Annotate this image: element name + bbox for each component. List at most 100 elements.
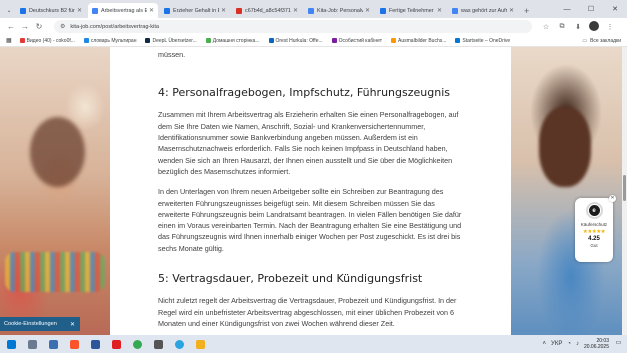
cookie-settings-label[interactable]: Cookie-Einstellungen	[4, 321, 57, 327]
tab-close-icon[interactable]: ✕	[509, 7, 514, 14]
cookie-settings-bar[interactable]: Cookie-Einstellungen ✕	[0, 317, 80, 331]
browser-tab[interactable]: Arbeitsvertrag als Erzi...✕	[88, 3, 158, 18]
wifi-icon[interactable]: ◔	[567, 341, 571, 347]
text-fragment: müssen.	[158, 50, 186, 59]
taskbar-mail-icon[interactable]	[25, 338, 40, 350]
toolbar-actions: ☆ ⧉ ⬇ ⋮	[540, 18, 616, 35]
maximize-icon[interactable]: ☐	[579, 5, 603, 13]
bookmark-item[interactable]: словарь Мультиран	[83, 37, 137, 44]
bookmark-label: Startseite – OneDrive	[462, 37, 511, 44]
tab-title: Deutschkurs B2 für ...	[29, 7, 75, 14]
bookmark-label: Orest Hurkula: Offe...	[275, 37, 323, 44]
tab-favicon-icon	[20, 7, 26, 14]
rating-stars-icon: ★★★★★	[582, 229, 606, 235]
bookmark-favicon-icon	[391, 38, 397, 43]
taskbar-shield-icon[interactable]	[46, 338, 61, 350]
taskbar-pdf-icon[interactable]	[109, 338, 124, 350]
close-window-icon[interactable]: ✕	[603, 5, 627, 13]
bookmark-item[interactable]: Orest Hurkula: Offe...	[268, 37, 323, 44]
bookmark-item[interactable]: Startseite – OneDrive	[455, 38, 510, 44]
hero-image-right	[511, 47, 627, 335]
new-tab-button[interactable]: +	[520, 3, 533, 18]
volume-icon[interactable]: ♪	[576, 341, 579, 347]
browser-tab[interactable]: Kita-Job: Personalver...✕	[304, 3, 374, 18]
browser-tab[interactable]: Fertige Teilnehmer - ...✕	[376, 3, 446, 18]
tab-close-icon[interactable]: ✕	[77, 7, 82, 14]
tab-close-icon[interactable]: ✕	[293, 7, 298, 14]
tab-close-icon[interactable]: ✕	[149, 7, 154, 14]
notifications-icon[interactable]: ▭	[614, 339, 623, 348]
tab-favicon-icon	[380, 7, 386, 14]
tab-search-menu[interactable]: ⌄	[4, 3, 14, 18]
article-content: müssen. 4: Personalfragebogen, Impfschut…	[110, 47, 511, 335]
tab-title: Kita-Job: Personalver...	[317, 7, 363, 14]
taskbar-brave-icon[interactable]	[67, 338, 82, 350]
menu-icon[interactable]: ⋮	[604, 23, 616, 31]
bookmark-favicon-icon	[331, 38, 337, 43]
bookmark-label: словарь Мультиран	[90, 37, 137, 44]
tab-close-icon[interactable]: ✕	[437, 7, 442, 14]
tab-close-icon[interactable]: ✕	[365, 7, 370, 14]
back-icon[interactable]: ←	[4, 22, 18, 31]
bookmark-label: Ausmalbilder Buchs...	[398, 37, 447, 44]
all-bookmarks-label: Все закладки	[590, 38, 621, 44]
seal-letter: e	[588, 205, 600, 216]
bookmark-label: Видео (40) - coko0f...	[26, 37, 75, 44]
bookmark-label: Особистий кабінет	[338, 37, 383, 44]
address-bar[interactable]: ⚙ kita-job.com/post/arbeitsvertrag-kita	[54, 20, 532, 33]
taskbar-telegram-icon[interactable]	[172, 338, 187, 350]
tab-title: Arbeitsvertrag als Erzi...	[101, 7, 147, 14]
downloads-icon[interactable]: ⬇	[572, 23, 584, 31]
browser-tab[interactable]: c67b4d_a8c54f371... ✕	[232, 3, 302, 18]
forward-icon[interactable]: →	[18, 22, 32, 31]
rating-text: Gut	[590, 243, 598, 248]
tab-favicon-icon	[164, 7, 170, 14]
bookmark-star-icon[interactable]: ☆	[540, 23, 552, 31]
reload-icon[interactable]: ↻	[32, 22, 46, 31]
tab-title: c67b4d_a8c54f371...	[245, 7, 291, 14]
bookmark-item[interactable]: Особистий кабінет	[331, 37, 383, 44]
minimize-icon[interactable]: —	[555, 6, 579, 13]
tab-menu-icon: ⌄	[6, 7, 12, 14]
taskbar-chrome-icon[interactable]	[130, 338, 145, 350]
bookmark-item[interactable]: Домашня сторінка...	[205, 38, 260, 44]
browser-tab[interactable]: was gehört zur Aufn...✕	[448, 3, 518, 18]
clock[interactable]: 20:03 20.06.2025	[584, 338, 609, 350]
bookmark-item[interactable]: Ausmalbilder Buchs...	[391, 38, 446, 44]
tab-strip: ⌄ Deutschkurs B2 für ...✕Arbeitsvertrag …	[0, 0, 627, 18]
apps-grid-icon[interactable]: ▦	[6, 37, 12, 44]
bookmark-label: DeepL Übersetzer...	[152, 37, 197, 44]
bookmark-favicon-icon	[145, 38, 151, 43]
language-indicator[interactable]: УКР	[551, 341, 562, 347]
browser-tab[interactable]: Erzieher Gehalt in Erz...✕	[160, 3, 230, 18]
tab-favicon-icon	[452, 7, 458, 14]
taskbar-start-icon[interactable]	[4, 338, 19, 350]
bookmark-item[interactable]: Видео (40) - coko0f...	[19, 37, 75, 44]
web-page: müssen. 4: Personalfragebogen, Impfschut…	[0, 47, 627, 335]
badge-close-icon[interactable]: ✕	[609, 195, 616, 202]
taskbar-store-icon[interactable]	[151, 338, 166, 350]
paragraph-fuehrungszeugnis: In den Unterlagen von Ihrem neuen Arbeit…	[158, 187, 462, 253]
bookmark-item[interactable]: DeepL Übersetzer...	[145, 37, 197, 44]
profile-avatar[interactable]	[588, 20, 600, 33]
taskbar-word-icon[interactable]	[88, 338, 103, 350]
trust-badge[interactable]: ✕ e Käuferschutz ★★★★★ 4.25 Gut	[575, 195, 616, 262]
clock-date: 20.06.2025	[583, 344, 609, 350]
window-controls: — ☐ ✕	[555, 0, 627, 18]
browser-toolbar: ← → ↻ ⚙ kita-job.com/post/arbeitsvertrag…	[0, 18, 627, 35]
site-info-icon[interactable]: ⚙	[60, 23, 65, 30]
browser-tab[interactable]: Deutschkurs B2 für ...✕	[16, 3, 86, 18]
rating-score: 4.25	[588, 236, 600, 242]
badge-label: Käuferschutz	[580, 222, 608, 227]
all-bookmarks[interactable]: ▭ Все закладки	[582, 35, 621, 47]
page-scrollbar[interactable]	[622, 47, 627, 335]
scrollbar-thumb[interactable]	[623, 175, 626, 201]
cookie-close-icon[interactable]: ✕	[70, 321, 75, 328]
os-taskbar: ˄ УКР ◔ ♪ 20:03 20.06.2025 ▭	[0, 335, 627, 353]
taskbar-files-icon[interactable]	[193, 338, 208, 350]
paragraph-personalfragebogen: Zusammen mit Ihrem Arbeitsvertrag als Er…	[158, 110, 459, 176]
tab-close-icon[interactable]: ✕	[221, 7, 226, 14]
tab-favicon-icon	[92, 7, 98, 14]
chevron-up-icon[interactable]: ˄	[543, 341, 547, 347]
extensions-icon[interactable]: ⧉	[556, 23, 568, 31]
